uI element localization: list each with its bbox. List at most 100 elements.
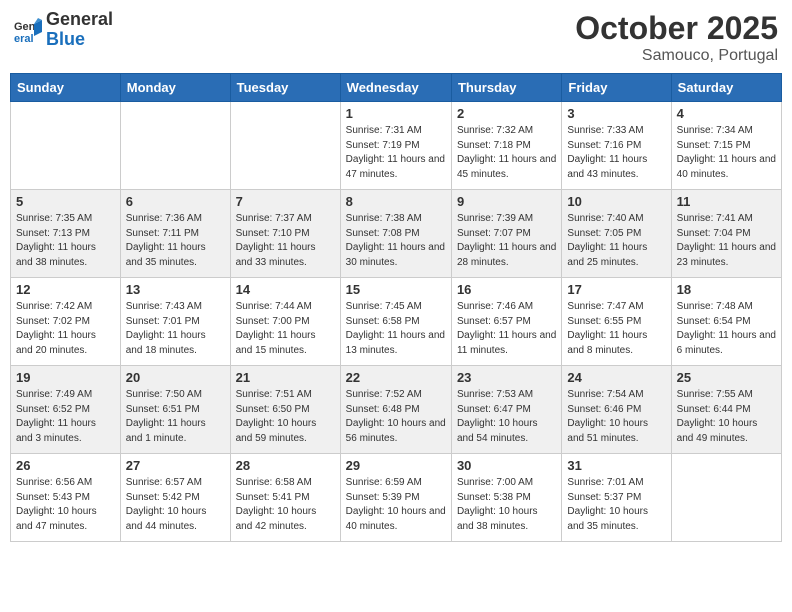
calendar-cell: 1 Sunrise: 7:31 AM Sunset: 7:19 PM Daylig… [340, 102, 451, 190]
day-info: Sunrise: 7:43 AM Sunset: 7:01 PM Dayligh… [126, 300, 225, 358]
day-number: 1 [346, 106, 446, 121]
calendar-week-row: 26 Sunrise: 6:56 AM Sunset: 5:43 PM Dayli… [11, 454, 782, 542]
day-number: 20 [126, 370, 225, 385]
calendar-cell: 16 Sunrise: 7:46 AM Sunset: 6:57 PM Dayli… [451, 278, 561, 366]
day-info: Sunrise: 7:01 AM Sunset: 5:37 PM Dayligh… [567, 476, 665, 534]
day-number: 5 [16, 194, 115, 209]
calendar-cell: 26 Sunrise: 6:56 AM Sunset: 5:43 PM Dayli… [11, 454, 121, 542]
calendar-cell: 8Sunrise: 7:38 AM Sunset: 7:08 PM Daylig… [340, 190, 451, 278]
calendar-cell: 2 Sunrise: 7:32 AM Sunset: 7:18 PM Daylig… [451, 102, 561, 190]
day-number: 29 [346, 458, 446, 473]
day-info: Sunrise: 7:52 AM Sunset: 6:48 PM Dayligh… [346, 388, 446, 446]
day-number: 11 [677, 194, 776, 209]
day-info: Sunrise: 7:32 AM Sunset: 7:18 PM Dayligh… [457, 124, 556, 182]
month-title: October 2025 [575, 10, 778, 47]
calendar-cell: 18Sunrise: 7:48 AM Sunset: 6:54 PM Dayli… [671, 278, 781, 366]
location-subtitle: Samouco, Portugal [575, 47, 778, 65]
day-info: Sunrise: 6:57 AM Sunset: 5:42 PM Dayligh… [126, 476, 225, 534]
day-number: 23 [457, 370, 556, 385]
day-number: 22 [346, 370, 446, 385]
day-number: 25 [677, 370, 776, 385]
calendar-week-row: 5 Sunrise: 7:35 AM Sunset: 7:13 PM Daylig… [11, 190, 782, 278]
day-number: 8 [346, 194, 446, 209]
day-number: 24 [567, 370, 665, 385]
logo-blue-text: Blue [46, 30, 113, 50]
day-info: Sunrise: 7:55 AM Sunset: 6:44 PM Dayligh… [677, 388, 776, 446]
logo: Gen eral General Blue [14, 10, 113, 50]
day-info: Sunrise: 7:37 AM Sunset: 7:10 PM Dayligh… [236, 212, 335, 270]
day-info: Sunrise: 7:46 AM Sunset: 6:57 PM Dayligh… [457, 300, 556, 358]
day-number: 15 [346, 282, 446, 297]
day-info: Sunrise: 7:35 AM Sunset: 7:13 PM Dayligh… [16, 212, 115, 270]
column-header-monday: Monday [120, 74, 230, 102]
day-info: Sunrise: 7:47 AM Sunset: 6:55 PM Dayligh… [567, 300, 665, 358]
calendar-cell: 27 Sunrise: 6:57 AM Sunset: 5:42 PM Dayli… [120, 454, 230, 542]
calendar-cell: 22 Sunrise: 7:52 AM Sunset: 6:48 PM Dayli… [340, 366, 451, 454]
day-number: 26 [16, 458, 115, 473]
calendar-week-row: 12 Sunrise: 7:42 AM Sunset: 7:02 PM Dayli… [11, 278, 782, 366]
day-number: 16 [457, 282, 556, 297]
column-header-thursday: Thursday [451, 74, 561, 102]
day-number: 19 [16, 370, 115, 385]
day-info: Sunrise: 6:58 AM Sunset: 5:41 PM Dayligh… [236, 476, 335, 534]
calendar-cell: 15 Sunrise: 7:45 AM Sunset: 6:58 PM Dayli… [340, 278, 451, 366]
day-info: Sunrise: 7:34 AM Sunset: 7:15 PM Dayligh… [677, 124, 776, 182]
calendar-cell [11, 102, 121, 190]
calendar-cell: 29 Sunrise: 6:59 AM Sunset: 5:39 PM Dayli… [340, 454, 451, 542]
day-number: 12 [16, 282, 115, 297]
day-info: Sunrise: 7:53 AM Sunset: 6:47 PM Dayligh… [457, 388, 556, 446]
day-number: 28 [236, 458, 335, 473]
calendar-cell: 14Sunrise: 7:44 AM Sunset: 7:00 PM Dayli… [230, 278, 340, 366]
day-number: 2 [457, 106, 556, 121]
calendar-cell: 30 Sunrise: 7:00 AM Sunset: 5:38 PM Dayli… [451, 454, 561, 542]
day-info: Sunrise: 7:36 AM Sunset: 7:11 PM Dayligh… [126, 212, 225, 270]
logo-general-text: General [46, 10, 113, 30]
calendar-cell [230, 102, 340, 190]
calendar-cell [120, 102, 230, 190]
column-header-tuesday: Tuesday [230, 74, 340, 102]
calendar-week-row: 1 Sunrise: 7:31 AM Sunset: 7:19 PM Daylig… [11, 102, 782, 190]
calendar-cell: 9Sunrise: 7:39 AM Sunset: 7:07 PM Daylig… [451, 190, 561, 278]
day-number: 30 [457, 458, 556, 473]
calendar-cell: 17 Sunrise: 7:47 AM Sunset: 6:55 PM Dayli… [562, 278, 671, 366]
day-info: Sunrise: 7:39 AM Sunset: 7:07 PM Dayligh… [457, 212, 556, 270]
calendar-cell: 5 Sunrise: 7:35 AM Sunset: 7:13 PM Daylig… [11, 190, 121, 278]
column-header-wednesday: Wednesday [340, 74, 451, 102]
calendar-cell: 28 Sunrise: 6:58 AM Sunset: 5:41 PM Dayli… [230, 454, 340, 542]
day-number: 6 [126, 194, 225, 209]
calendar-table: SundayMondayTuesdayWednesdayThursdayFrid… [10, 73, 782, 542]
calendar-week-row: 19 Sunrise: 7:49 AM Sunset: 6:52 PM Dayli… [11, 366, 782, 454]
day-info: Sunrise: 7:00 AM Sunset: 5:38 PM Dayligh… [457, 476, 556, 534]
calendar-cell: 21Sunrise: 7:51 AM Sunset: 6:50 PM Dayli… [230, 366, 340, 454]
calendar-cell: 24 Sunrise: 7:54 AM Sunset: 6:46 PM Dayli… [562, 366, 671, 454]
day-info: Sunrise: 7:45 AM Sunset: 6:58 PM Dayligh… [346, 300, 446, 358]
title-block: October 2025 Samouco, Portugal [575, 10, 778, 65]
day-number: 27 [126, 458, 225, 473]
calendar-cell: 13Sunrise: 7:43 AM Sunset: 7:01 PM Dayli… [120, 278, 230, 366]
svg-text:eral: eral [14, 33, 34, 44]
day-info: Sunrise: 7:41 AM Sunset: 7:04 PM Dayligh… [677, 212, 776, 270]
calendar-cell: 23 Sunrise: 7:53 AM Sunset: 6:47 PM Dayli… [451, 366, 561, 454]
calendar-cell: 3Sunrise: 7:33 AM Sunset: 7:16 PM Daylig… [562, 102, 671, 190]
day-number: 21 [236, 370, 335, 385]
day-number: 10 [567, 194, 665, 209]
day-number: 17 [567, 282, 665, 297]
day-number: 14 [236, 282, 335, 297]
day-number: 4 [677, 106, 776, 121]
calendar-cell: 11 Sunrise: 7:41 AM Sunset: 7:04 PM Dayli… [671, 190, 781, 278]
day-info: Sunrise: 7:31 AM Sunset: 7:19 PM Dayligh… [346, 124, 446, 182]
column-header-saturday: Saturday [671, 74, 781, 102]
day-info: Sunrise: 7:54 AM Sunset: 6:46 PM Dayligh… [567, 388, 665, 446]
day-number: 31 [567, 458, 665, 473]
day-info: Sunrise: 6:59 AM Sunset: 5:39 PM Dayligh… [346, 476, 446, 534]
day-info: Sunrise: 7:48 AM Sunset: 6:54 PM Dayligh… [677, 300, 776, 358]
day-info: Sunrise: 7:42 AM Sunset: 7:02 PM Dayligh… [16, 300, 115, 358]
page-header: Gen eral General Blue October 2025 Samou… [10, 10, 782, 65]
day-info: Sunrise: 7:33 AM Sunset: 7:16 PM Dayligh… [567, 124, 665, 182]
day-info: Sunrise: 6:56 AM Sunset: 5:43 PM Dayligh… [16, 476, 115, 534]
logo-text: General Blue [46, 10, 113, 50]
day-number: 7 [236, 194, 335, 209]
column-header-sunday: Sunday [11, 74, 121, 102]
day-info: Sunrise: 7:49 AM Sunset: 6:52 PM Dayligh… [16, 388, 115, 446]
svg-text:Gen: Gen [14, 21, 36, 33]
